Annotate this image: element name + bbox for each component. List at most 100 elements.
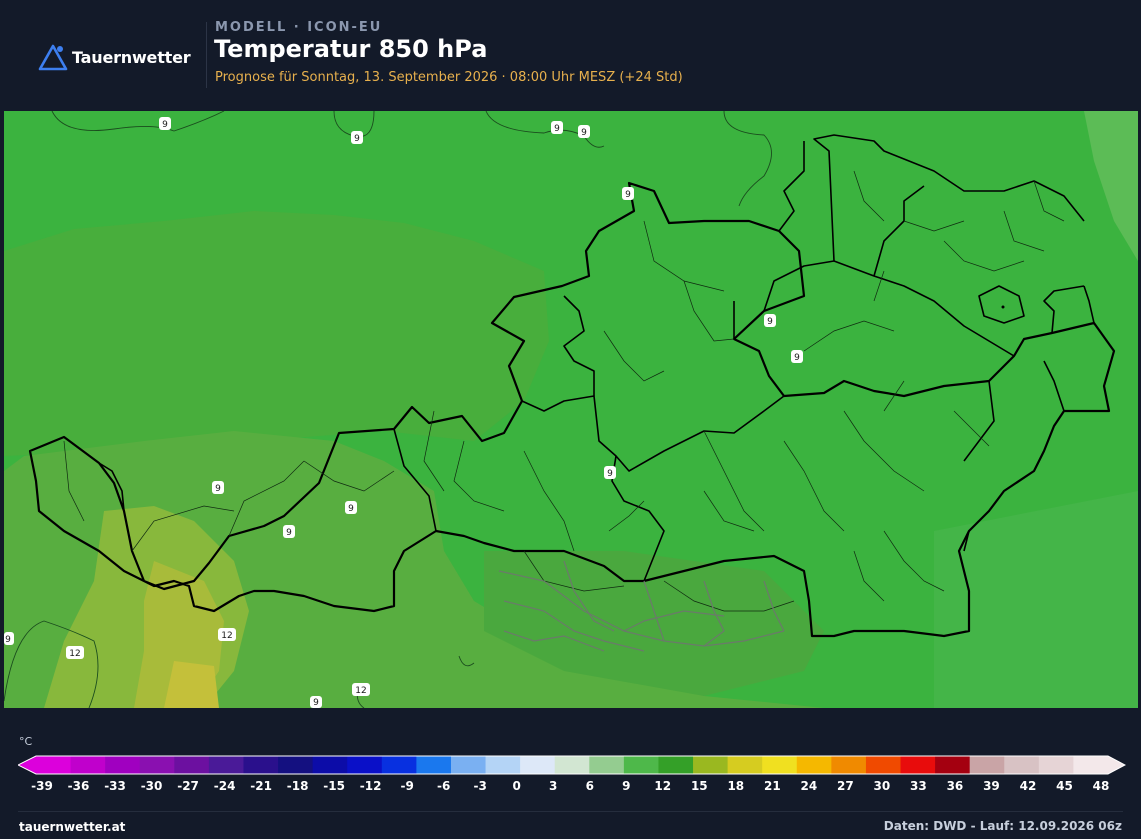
isoline-label: 9	[604, 466, 616, 479]
legend-tick-label: -30	[140, 779, 163, 793]
scale-segment	[485, 756, 521, 774]
scale-segment	[796, 756, 832, 774]
legend-tick-label: -21	[250, 779, 272, 793]
isoline-label: 9	[622, 187, 634, 200]
legend-tick-label: 48	[1092, 779, 1110, 793]
legend-tick-label: -3	[473, 779, 487, 793]
isoline-label: 9	[283, 525, 295, 538]
legend-tick-label: 45	[1056, 779, 1073, 793]
isoline-label: 12	[66, 646, 84, 659]
isoline-label: 9	[791, 350, 803, 363]
svg-text:9: 9	[607, 469, 613, 479]
isoline-label: 9	[4, 632, 14, 645]
scale-segment	[1073, 756, 1109, 774]
scale-segment	[762, 756, 798, 774]
legend-tick-label: -39	[31, 779, 53, 793]
scale-segment	[243, 756, 279, 774]
scale-segment	[1004, 756, 1040, 774]
legend-tick-label: -27	[177, 779, 199, 793]
svg-text:9: 9	[554, 124, 560, 134]
scale-segment	[416, 756, 452, 774]
legend-tick-label: -9	[400, 779, 414, 793]
isoline-label: 9	[212, 481, 224, 494]
isoline-label: 9	[351, 131, 363, 144]
vienna-dot	[1001, 305, 1005, 309]
legend-tick-label: 36	[946, 779, 964, 793]
scale-segment	[658, 756, 694, 774]
data-source: Daten: DWD - Lauf: 12.09.2026 06z	[883, 819, 1122, 833]
scale-segment	[208, 756, 244, 774]
scale-arrow-right	[1108, 756, 1125, 774]
scale-segment	[312, 756, 348, 774]
legend-tick-label: 30	[873, 779, 891, 793]
legend-tick-label: -18	[286, 779, 309, 793]
scale-segment	[450, 756, 487, 774]
footer-divider	[18, 811, 1123, 812]
svg-text:9: 9	[354, 134, 360, 144]
svg-text:9: 9	[5, 635, 11, 645]
legend-tick-label: 12	[654, 779, 672, 793]
site-link[interactable]: tauernwetter.at	[19, 820, 125, 834]
scale-segment	[1038, 756, 1074, 774]
scale-segment	[831, 756, 867, 774]
isoline-label: 9	[764, 314, 776, 327]
svg-text:9: 9	[162, 120, 168, 130]
svg-text:9: 9	[767, 317, 773, 327]
svg-text:9: 9	[625, 190, 631, 200]
isoline-label: 9	[345, 501, 357, 514]
legend-ticks: -39 -36 -33 -30 -27 -24 -21 -18 -15 -12 -9 -6 -3 0 3 6 9…	[0, 779, 1141, 795]
legend-tick-label: 39	[983, 779, 1000, 793]
legend-tick-label: -36	[67, 779, 90, 793]
svg-text:12: 12	[355, 686, 366, 696]
scale-segment	[935, 756, 971, 774]
scale-segment	[278, 756, 314, 774]
scale-segment	[900, 756, 936, 774]
svg-text:9: 9	[794, 353, 800, 363]
legend-tick-label: 21	[763, 779, 781, 793]
legend-tick-label: 24	[800, 779, 818, 793]
scale-segment	[520, 756, 556, 774]
legend-tick-label: 9	[622, 779, 631, 793]
temperature-map[interactable]: 9 9 9 9 9 9 9 9 9 9 9 9 9 12 12 12 9	[4, 111, 1138, 708]
scale-segment	[36, 756, 72, 774]
scale-segment	[554, 756, 590, 774]
header: Tauernwetter MODELL · ICON-EU Temperatur…	[0, 0, 1141, 107]
legend-tick-label: -24	[213, 779, 236, 793]
scale-segment	[381, 756, 417, 774]
legend-tick-label: -15	[323, 779, 345, 793]
scale-segment	[139, 756, 175, 774]
scale-segment	[693, 756, 729, 774]
isoline-label: 9	[551, 121, 563, 134]
svg-text:9: 9	[215, 484, 221, 494]
legend-tick-label: -6	[437, 779, 451, 793]
legend-tick-label: 15	[690, 779, 708, 793]
svg-text:9: 9	[581, 128, 587, 138]
legend-tick-label: -33	[104, 779, 126, 793]
brand-name: Tauernwetter	[72, 47, 191, 67]
map-canvas: 9 9 9 9 9 9 9 9 9 9 9 9 9 12 12 12 9	[4, 111, 1138, 708]
isoline-label: 12	[218, 628, 236, 641]
legend-tick-label: 6	[585, 779, 594, 793]
color-legend: °C -39 -36 -33 -30 -27 -24 -21 -18 -15 -12 -9 -6 -3 0…	[0, 719, 1141, 839]
svg-text:9: 9	[348, 504, 354, 514]
scale-segment	[347, 756, 383, 774]
legend-tick-label: 3	[549, 779, 558, 793]
isoline-label: 9	[159, 117, 171, 130]
svg-text:9: 9	[313, 698, 319, 708]
scale-segment	[70, 756, 106, 774]
svg-text:12: 12	[69, 649, 80, 659]
scale-segment	[727, 756, 763, 774]
legend-tick-label: 27	[837, 779, 854, 793]
legend-tick-label: 0	[512, 779, 521, 793]
mountain-triangle-icon	[38, 44, 68, 71]
isoline-label: 9	[578, 125, 590, 138]
forecast-subtitle: Prognose für Sonntag, 13. September 2026…	[215, 70, 683, 85]
isoline-label: 9	[310, 696, 322, 708]
header-divider	[206, 22, 207, 88]
svg-text:9: 9	[286, 528, 292, 538]
brand-logo[interactable]: Tauernwetter	[38, 43, 191, 71]
scale-arrow-left	[18, 756, 36, 774]
scale-segment	[865, 756, 902, 774]
model-label: MODELL · ICON-EU	[215, 20, 383, 35]
scale-segment	[589, 756, 625, 774]
